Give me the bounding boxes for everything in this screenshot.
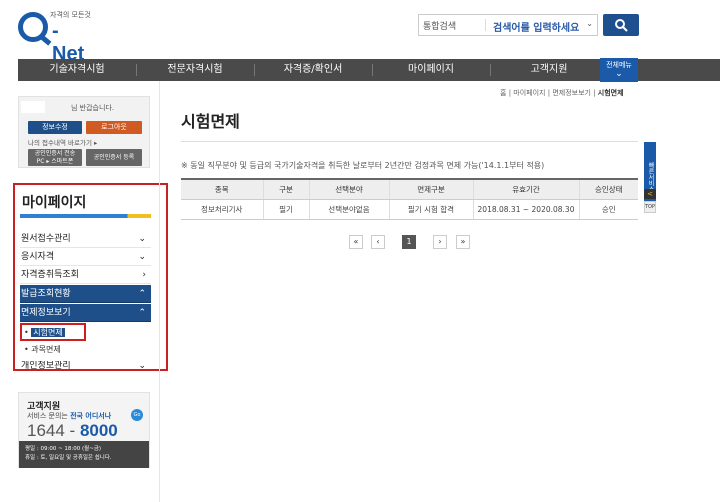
col-header: 구분 [262, 178, 309, 200]
support-phone: 1644 - 8000 [27, 421, 118, 440]
breadcrumb: 홈 | 마이페이지 | 면제정보보기 | 시험면제 [500, 88, 624, 98]
cert-transfer-button[interactable]: 공인인증서 전송 PC ▸ 스마트폰 [28, 149, 82, 166]
prev-page-button[interactable]: ‹ [371, 235, 385, 249]
cell-type: 필기 [262, 199, 309, 220]
chevron-down-icon: ⌄ [138, 361, 146, 371]
menu-personal-info[interactable]: 개인정보관리 ⌄ [20, 361, 151, 371]
cell-validity: 2018.08.31 ~ 2020.08.30 [472, 199, 579, 220]
menu-label: 개인정보관리 [21, 361, 71, 371]
top-button[interactable]: TOP [644, 201, 656, 213]
customer-support-box: 고객지원 서비스 문의는 전국 어디서나 Go 1644 - 8000 평일 :… [18, 392, 150, 468]
hours-holiday: 휴일 : 토, 일요일 및 공휴일은 쉽니다. [25, 455, 112, 461]
first-page-button[interactable]: « [349, 235, 363, 249]
highlight-box [20, 323, 86, 341]
cert-register-button[interactable]: 공인인증서 등록 [86, 149, 142, 166]
main-nav: 기술자격시험 전문자격시험 자격증/확인서 마이페이지 고객지원 전체메뉴 ⌄ [18, 58, 720, 82]
welcome-text: 님 반갑습니다. [71, 104, 115, 112]
submenu-label: 과목면제 [31, 345, 61, 354]
breadcrumb-item[interactable]: 마이페이지 [513, 89, 545, 97]
menu-application[interactable]: 원서접수관리 ⌄ [20, 230, 151, 248]
exemption-note: ※ 동일 직무분야 및 등급의 국가기술자격을 취득한 날로부터 2년간만 검정… [181, 161, 545, 170]
breadcrumb-sep: | [547, 89, 551, 97]
q-logo-icon [18, 12, 48, 42]
go-button[interactable]: Go [131, 409, 143, 421]
edit-info-button[interactable]: 정보수정 [28, 121, 82, 134]
cell-field: 선택분야없음 [308, 199, 389, 220]
all-menu-button[interactable]: 전체메뉴 ⌄ [600, 58, 638, 82]
search-divider [485, 19, 486, 31]
search-category-select[interactable]: 통합검색 [423, 19, 456, 32]
menu-label: 원서접수관리 [21, 234, 71, 244]
cert-transfer-sub: PC ▸ 스마트폰 [36, 158, 74, 165]
qnet-logo[interactable]: 자격의 모든것 -Net [18, 8, 91, 65]
logo-tagline: 자격의 모든것 [50, 11, 91, 19]
search-button[interactable] [603, 14, 639, 36]
page-title: 시험면제 [181, 112, 240, 131]
cert-transfer-label: 공인인증서 전송 [34, 150, 76, 157]
chevron-down-icon: ⌄ [615, 69, 623, 79]
hours-weekday: 평일 : 09:00 ~ 18:00 (월~금) [25, 446, 102, 452]
breadcrumb-home[interactable]: 홈 [500, 89, 506, 97]
menu-label: 면제정보보기 [21, 308, 71, 318]
table-row: 정보처리기사 필기 선택분야없음 필기 시험 합격 2018.08.31 ~ 2… [181, 199, 638, 220]
breadcrumb-sep: | [593, 89, 596, 97]
breadcrumb-item[interactable]: 면제정보보기 [552, 89, 591, 97]
nav-item-support[interactable]: 고객지원 [490, 59, 608, 81]
chevron-left-icon[interactable]: < [644, 189, 656, 199]
breadcrumb-current: 시험면제 [597, 89, 624, 97]
bullet-icon: • [24, 345, 29, 354]
support-desc: 서비스 문의는 전국 어디서나 [27, 412, 112, 420]
header: 자격의 모든것 -Net 통합검색 검색어를 입력하세요 ⌄ [0, 0, 720, 65]
last-page-button[interactable]: » [456, 235, 470, 249]
content-divider [159, 81, 160, 502]
menu-eligibility[interactable]: 응시자격 ⌄ [20, 248, 151, 266]
col-header: 승인상태 [578, 178, 638, 200]
mypage-menu: 마이페이지 원서접수관리 ⌄ 응시자격 ⌄ 자격증취득조회 › 발급조회현황 ⌃ 면제정… [13, 183, 168, 371]
breadcrumb-sep: | [508, 89, 512, 97]
chevron-down-icon: ⌄ [138, 234, 146, 244]
login-box: 님 반갑습니다. 정보수정 로그아웃 나의 접수내역 바로가기 ▸ 공인인증서 … [18, 96, 150, 168]
col-header: 종목 [181, 178, 263, 200]
title-divider [181, 141, 638, 142]
col-header: 면제구분 [388, 178, 473, 200]
support-hours: 평일 : 09:00 ~ 18:00 (월~금) 휴일 : 토, 일요일 및 공… [19, 441, 149, 468]
my-application-link[interactable]: 나의 접수내역 바로가기 ▸ [28, 137, 97, 147]
title-underline [20, 214, 151, 218]
menu-issuance[interactable]: 발급조회현황 ⌃ [20, 285, 151, 303]
search-dropdown-icon[interactable]: ⌄ [586, 19, 593, 28]
menu-cert-lookup[interactable]: 자격증취득조회 › [20, 266, 151, 284]
next-page-button[interactable]: › [433, 235, 447, 249]
cell-status: 승인 [578, 199, 638, 220]
chevron-up-icon: ⌃ [138, 308, 146, 318]
col-header: 선택분야 [308, 178, 389, 200]
exemption-table: 종목 구분 선택분야 면제구분 유효기간 승인상태 정보처리기사 필기 선택분야… [181, 178, 638, 220]
search-icon [615, 19, 628, 32]
search-box[interactable]: 통합검색 검색어를 입력하세요 ⌄ [418, 14, 598, 36]
nav-item-certificate[interactable]: 자격증/확인서 [254, 59, 372, 81]
nav-item-mypage[interactable]: 마이페이지 [372, 59, 490, 81]
menu-exemption[interactable]: 면제정보보기 ⌃ [20, 304, 151, 322]
page-1-button[interactable]: 1 [402, 235, 416, 249]
chevron-down-icon: ⌄ [138, 252, 146, 262]
mypage-title: 마이페이지 [22, 195, 87, 211]
user-name [21, 101, 45, 113]
chevron-right-icon: › [142, 270, 146, 280]
nav-item-technical[interactable]: 기술자격시험 [18, 59, 136, 81]
menu-label: 응시자격 [21, 252, 55, 262]
nav-item-professional[interactable]: 전문자격시험 [136, 59, 254, 81]
menu-label: 발급조회현황 [21, 289, 71, 299]
search-input[interactable]: 검색어를 입력하세요 [493, 19, 579, 34]
table-header-row: 종목 구분 선택분야 면제구분 유효기간 승인상태 [181, 178, 638, 200]
menu-label: 자격증취득조회 [21, 270, 79, 280]
logout-button[interactable]: 로그아웃 [86, 121, 142, 134]
chevron-up-icon: ⌃ [138, 289, 146, 299]
col-header: 유효기간 [472, 178, 579, 200]
cell-exemption: 필기 시험 합격 [388, 199, 473, 220]
cell-item: 정보처리기사 [181, 199, 263, 220]
submenu-subject-exemption[interactable]: • 과목면제 [24, 344, 61, 355]
